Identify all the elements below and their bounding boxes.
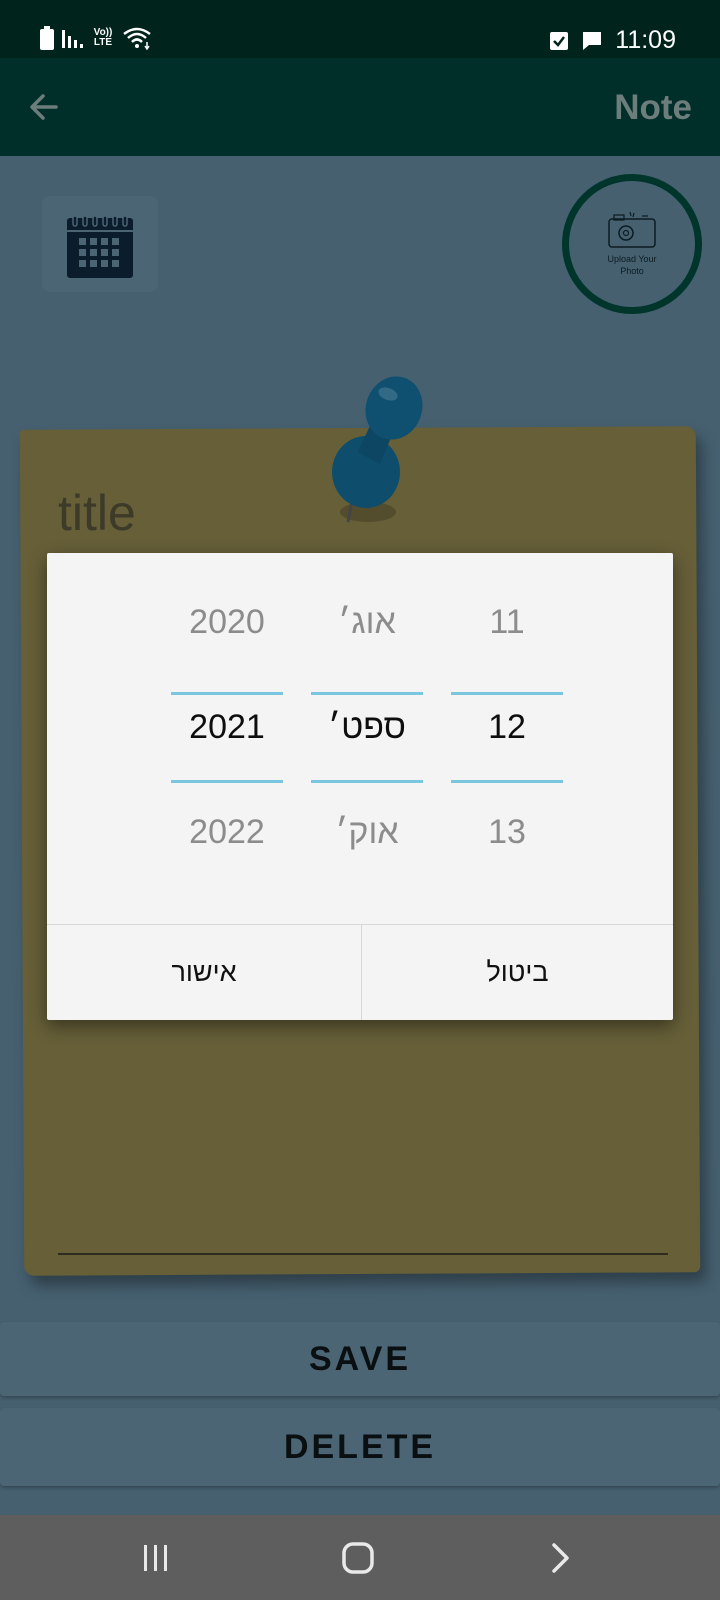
signal-icon bbox=[62, 30, 83, 48]
year-selection-line-bottom bbox=[171, 780, 283, 783]
date-picker-dialog: 2020 2021 2022 אוג׳ ספט׳ אוק׳ 11 12 13 א… bbox=[47, 553, 673, 1020]
recent-apps-icon bbox=[144, 1545, 167, 1571]
status-icons-left: Vo)) LTE bbox=[40, 26, 152, 50]
battery-icon bbox=[40, 26, 54, 50]
day-prev[interactable]: 11 bbox=[451, 603, 563, 642]
day-next[interactable]: 13 bbox=[451, 813, 563, 852]
volte-label: Vo)) LTE bbox=[93, 27, 113, 48]
year-picker[interactable]: 2020 2021 2022 bbox=[171, 553, 283, 923]
upload-photo-button[interactable]: Upload Your Photo bbox=[562, 174, 702, 314]
upload-photo-label: Upload Your Photo bbox=[607, 254, 657, 276]
chevron-right-icon bbox=[552, 1543, 569, 1573]
year-selection-line-top bbox=[171, 692, 283, 695]
home-button[interactable] bbox=[328, 1535, 388, 1581]
year-prev[interactable]: 2020 bbox=[171, 603, 283, 642]
message-notification-icon bbox=[583, 31, 602, 50]
status-bar: Vo)) LTE 11:09 bbox=[0, 0, 720, 58]
app-bar: Note bbox=[0, 58, 720, 156]
back-button[interactable] bbox=[24, 87, 64, 127]
day-selection-line-top bbox=[451, 692, 563, 695]
note-body-underline bbox=[58, 1253, 668, 1255]
push-pin-icon bbox=[332, 376, 423, 523]
wifi-icon bbox=[123, 27, 151, 50]
camera-icon bbox=[608, 211, 656, 248]
checkbox-notification-icon bbox=[550, 31, 569, 50]
calendar-button[interactable] bbox=[42, 196, 158, 292]
system-nav-bar bbox=[0, 1515, 720, 1600]
back-nav-button[interactable] bbox=[530, 1535, 590, 1581]
home-icon bbox=[342, 1542, 374, 1574]
recent-apps-button[interactable] bbox=[126, 1535, 186, 1581]
day-selection-line-bottom bbox=[451, 780, 563, 783]
ok-button[interactable]: אישור bbox=[47, 925, 361, 1020]
cancel-button[interactable]: ביטול bbox=[362, 925, 673, 1020]
arrow-left-icon bbox=[30, 94, 58, 120]
day-picker[interactable]: 11 12 13 bbox=[451, 553, 563, 923]
month-selection-line-bottom bbox=[311, 780, 423, 783]
month-prev[interactable]: אוג׳ bbox=[311, 603, 423, 642]
save-button[interactable]: SAVE bbox=[0, 1322, 720, 1396]
note-title-input[interactable]: title bbox=[58, 484, 136, 542]
status-time: 11:09 bbox=[615, 26, 676, 54]
year-next[interactable]: 2022 bbox=[171, 813, 283, 852]
day-selected[interactable]: 12 bbox=[451, 708, 563, 747]
calendar-icon bbox=[67, 215, 133, 278]
page-title: Note bbox=[614, 88, 692, 127]
month-selection-line-top bbox=[311, 692, 423, 695]
delete-button[interactable]: DELETE bbox=[0, 1408, 720, 1486]
year-selected[interactable]: 2021 bbox=[171, 708, 283, 747]
month-next[interactable]: אוק׳ bbox=[311, 813, 423, 852]
month-selected[interactable]: ספט׳ bbox=[311, 708, 423, 747]
status-icons-right: 11:09 bbox=[549, 26, 676, 55]
month-picker[interactable]: אוג׳ ספט׳ אוק׳ bbox=[311, 553, 423, 923]
